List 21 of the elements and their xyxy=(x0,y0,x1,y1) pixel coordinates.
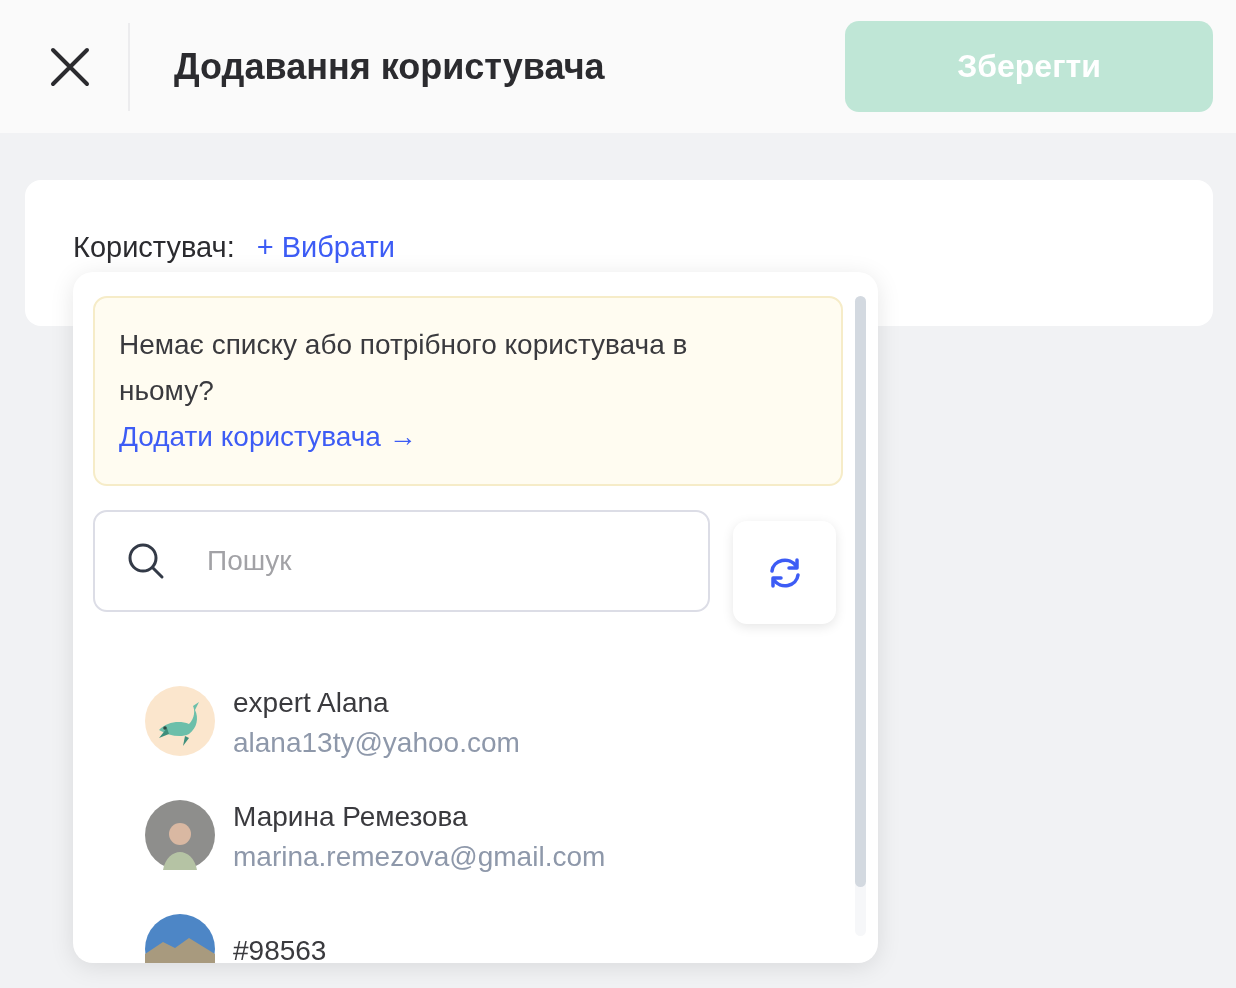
field-label: Користувач: xyxy=(73,230,235,264)
avatar-photo xyxy=(145,800,215,870)
avatar-illustration xyxy=(145,686,215,756)
user-name: Марина Ремезова xyxy=(233,800,469,834)
add-user-link[interactable]: Додати користувача → xyxy=(119,414,417,460)
search-icon xyxy=(127,542,165,580)
refresh-icon xyxy=(767,557,802,588)
user-email: marina.remezova@gmail.com xyxy=(233,840,606,874)
scrollbar[interactable] xyxy=(855,296,866,936)
user-name: #98563 xyxy=(233,934,327,963)
refresh-button[interactable] xyxy=(733,521,836,624)
page-title: Додавання користувача xyxy=(174,45,606,88)
select-link[interactable]: + Вибрати xyxy=(256,230,395,264)
search-field[interactable]: Пошук xyxy=(93,510,710,612)
user-name: expert Alana xyxy=(233,686,390,720)
user-email: alana13ty@yahoo.com xyxy=(233,726,520,760)
user-list-item[interactable]: Марина Ремезова marina.remezova@gmail.com xyxy=(93,780,843,894)
notice-text: Немає списку або потрібного користувача в ньому? xyxy=(119,328,689,408)
user-list-item[interactable]: expert Alana alana13ty@yahoo.com xyxy=(93,666,843,780)
user-list-item[interactable]: #98563 xyxy=(93,894,843,963)
avatar-photo xyxy=(145,914,215,963)
